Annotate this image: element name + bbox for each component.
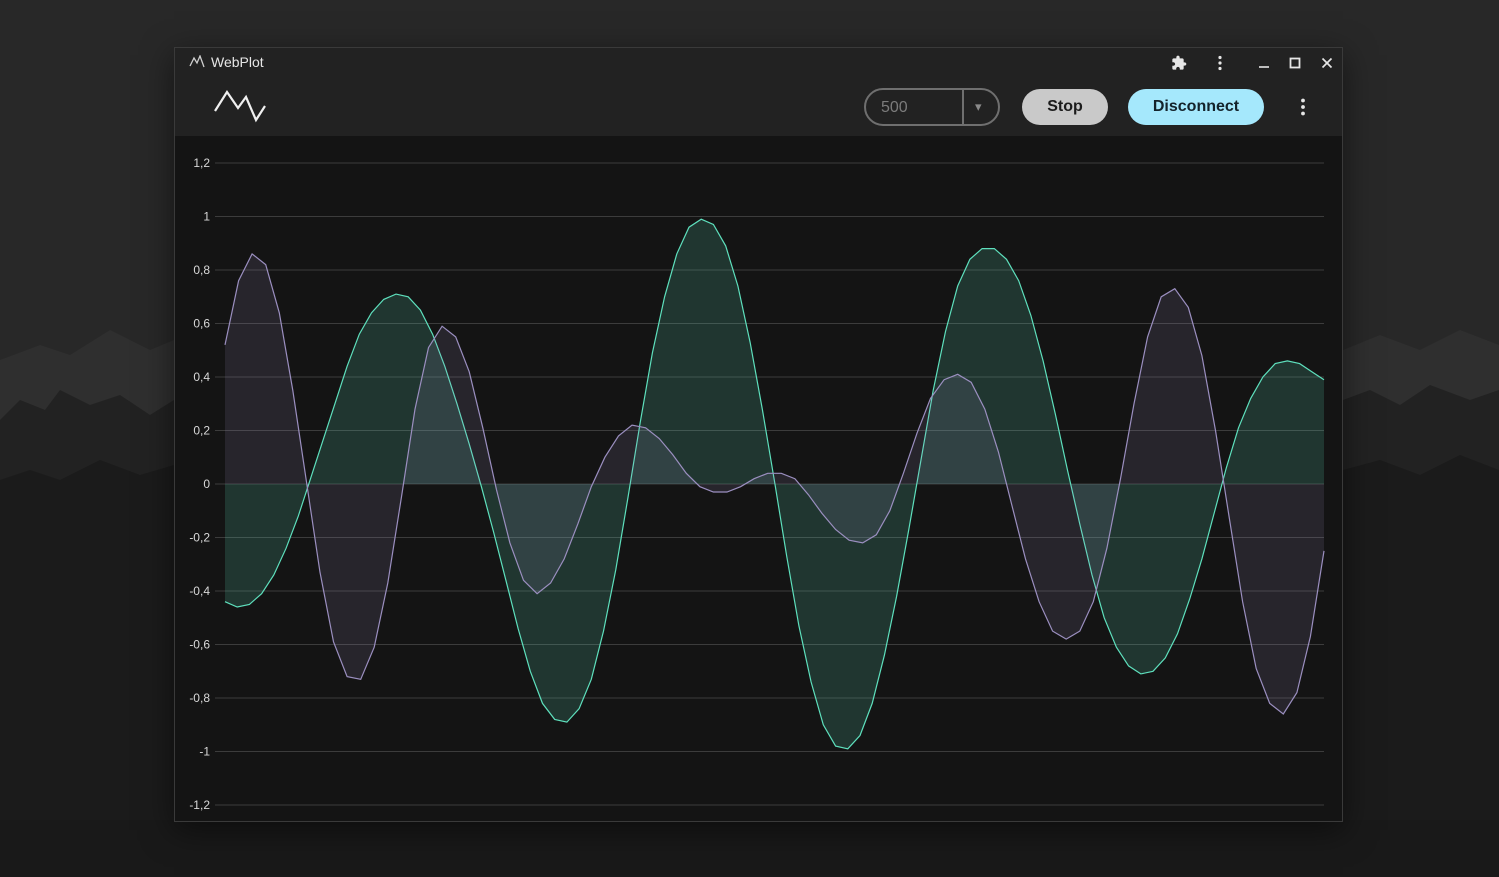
kebab-menu-icon[interactable]	[1291, 95, 1315, 119]
select-divider	[962, 90, 964, 124]
waveform-logo-icon	[214, 90, 266, 123]
y-tick-label: 1	[203, 210, 210, 224]
extensions-icon[interactable]	[1168, 52, 1190, 74]
interval-value: 500	[881, 99, 908, 116]
y-tick-label: -1	[199, 745, 210, 759]
y-tick-label: 0,8	[193, 263, 210, 277]
title-kebab-menu-icon[interactable]	[1209, 52, 1231, 74]
y-tick-label: 0	[203, 477, 210, 491]
y-axis-tick-labels: 1,2 1 0,8 0,6 0,4 0,2 0 -0,2 -0,4 -0,6 -0,8 -1 -1,2	[189, 156, 210, 812]
y-tick-label: -0,6	[189, 638, 210, 652]
line-chart: 1,2 1 0,8 0,6 0,4 0,2 0 -0,2 -0,4 -0,6 -0,8 -1 -1,2	[189, 156, 1325, 812]
y-tick-label: -1,2	[189, 798, 210, 812]
window-title: WebPlot	[211, 54, 264, 70]
plot-area: 1,2 1 0,8 0,6 0,4 0,2 0 -0,2 -0,4 -0,6 -0,8 -1 -1,2	[175, 136, 1342, 821]
y-tick-label: 0,4	[193, 370, 210, 384]
y-tick-label: 0,2	[193, 424, 210, 438]
y-tick-label: -0,4	[189, 584, 210, 598]
interval-select[interactable]: 500 ▾	[864, 88, 1000, 126]
y-tick-label: -0,8	[189, 691, 210, 705]
app-window: WebPlot 500 ▾ Stop Disconnect 1,2 1 0,8 …	[174, 47, 1343, 822]
dropdown-arrow-icon[interactable]: ▾	[975, 99, 982, 115]
disconnect-button[interactable]: Disconnect	[1128, 89, 1264, 125]
y-tick-label: 0,6	[193, 317, 210, 331]
minimize-icon[interactable]	[1253, 52, 1275, 74]
y-tick-label: 1,2	[193, 156, 210, 170]
toolbar: 500 ▾ Stop Disconnect	[175, 77, 1342, 136]
waveform-app-icon	[189, 55, 205, 68]
y-tick-label: -0,2	[189, 531, 210, 545]
close-icon[interactable]	[1316, 52, 1338, 74]
maximize-icon[interactable]	[1284, 52, 1306, 74]
stop-button[interactable]: Stop	[1022, 89, 1108, 125]
title-bar: WebPlot	[175, 48, 1342, 77]
series-layer	[224, 218, 1325, 750]
